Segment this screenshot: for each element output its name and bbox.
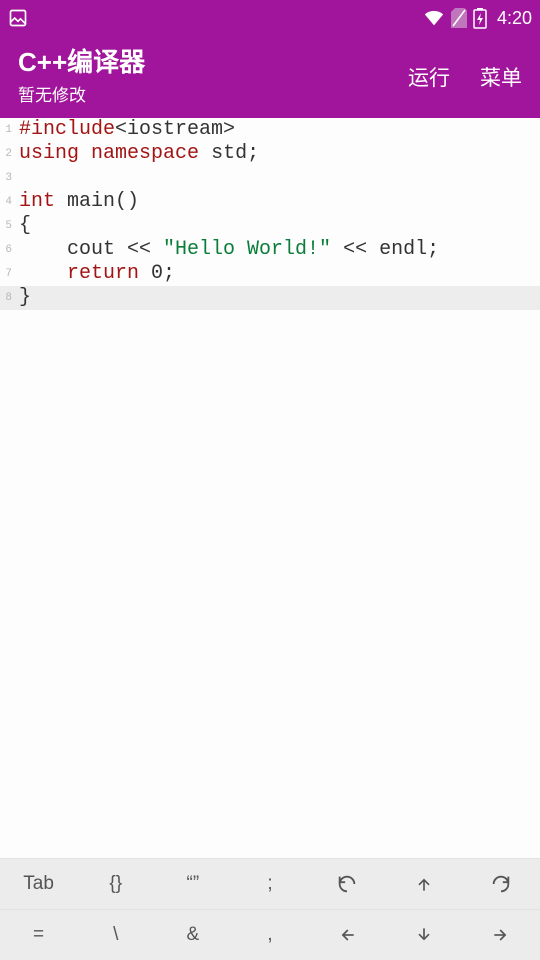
code-line[interactable]: 3 — [0, 166, 540, 190]
app-subtitle: 暂无修改 — [18, 81, 408, 106]
key-tab[interactable]: Tab — [0, 859, 77, 909]
code-content[interactable]: cout << "Hello World!" << endl; — [15, 238, 439, 262]
accessory-key-row-1: Tab {} “” ; — [0, 858, 540, 909]
code-content[interactable]: return 0; — [15, 262, 175, 286]
line-number: 7 — [0, 262, 15, 286]
code-line[interactable]: 4int main() — [0, 190, 540, 214]
picture-icon — [8, 8, 28, 28]
key-equals[interactable]: = — [0, 910, 77, 960]
sim-icon — [451, 8, 467, 28]
status-bar: 4:20 — [0, 0, 540, 36]
key-arrow-right[interactable] — [463, 910, 540, 960]
wifi-icon — [423, 7, 445, 29]
code-line[interactable]: 1#include<iostream> — [0, 118, 540, 142]
line-number: 6 — [0, 238, 15, 262]
code-line[interactable]: 2using namespace std; — [0, 142, 540, 166]
line-number: 2 — [0, 142, 15, 166]
arrow-down-icon — [414, 924, 434, 946]
code-content[interactable]: using namespace std; — [15, 142, 259, 166]
clock-text: 4:20 — [497, 8, 532, 29]
arrow-right-icon — [490, 925, 512, 945]
key-ampersand[interactable]: & — [154, 910, 231, 960]
code-content[interactable]: } — [15, 286, 31, 310]
app-bar: C++编译器 暂无修改 运行 菜单 — [0, 36, 540, 118]
code-content[interactable]: { — [15, 214, 31, 238]
line-number: 4 — [0, 190, 15, 214]
code-line[interactable]: 8} — [0, 286, 540, 310]
key-semicolon[interactable]: ; — [231, 859, 308, 909]
run-button[interactable]: 运行 — [408, 62, 450, 92]
key-redo[interactable] — [463, 859, 540, 909]
key-comma[interactable]: , — [231, 910, 308, 960]
arrow-up-icon — [414, 873, 434, 895]
line-number: 8 — [0, 286, 15, 310]
menu-button[interactable]: 菜单 — [480, 62, 522, 92]
app-title: C++编译器 — [18, 48, 408, 77]
battery-charging-icon — [473, 7, 487, 29]
key-arrow-left[interactable] — [309, 910, 386, 960]
key-arrow-up[interactable] — [386, 859, 463, 909]
key-undo[interactable] — [309, 859, 386, 909]
code-line[interactable]: 7 return 0; — [0, 262, 540, 286]
code-content[interactable]: #include<iostream> — [15, 118, 235, 142]
line-number: 1 — [0, 118, 15, 142]
key-braces[interactable]: {} — [77, 859, 154, 909]
code-line[interactable]: 5{ — [0, 214, 540, 238]
code-content[interactable]: int main() — [15, 190, 139, 214]
code-editor[interactable]: 1#include<iostream>2using namespace std;… — [0, 118, 540, 858]
undo-icon — [336, 873, 358, 895]
line-number: 3 — [0, 166, 15, 190]
key-quotes[interactable]: “” — [154, 859, 231, 909]
key-arrow-down[interactable] — [386, 910, 463, 960]
arrow-left-icon — [336, 925, 358, 945]
redo-icon — [490, 873, 512, 895]
accessory-key-row-2: = \ & , — [0, 909, 540, 960]
key-backslash[interactable]: \ — [77, 910, 154, 960]
line-number: 5 — [0, 214, 15, 238]
code-line[interactable]: 6 cout << "Hello World!" << endl; — [0, 238, 540, 262]
